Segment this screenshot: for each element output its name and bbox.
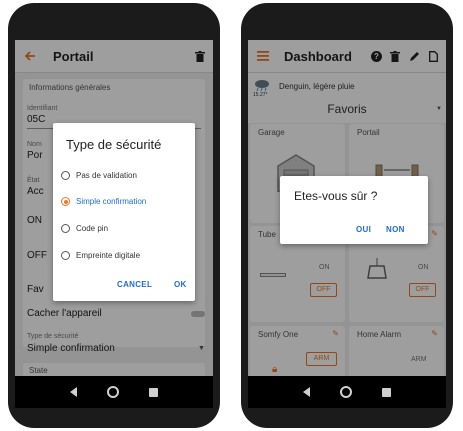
nav-back-icon[interactable] — [303, 387, 310, 397]
dialog-title: Type de sécurité — [66, 137, 162, 152]
nav-home-icon[interactable] — [107, 386, 119, 398]
dashboard-screen: Dashboard ? 15.27° Denguin, légère pluie… — [248, 40, 446, 376]
device-settings-screen: Portail Informations générales Identifia… — [15, 40, 213, 376]
security-type-dialog: Type de sécurité Pas de validation Simpl… — [53, 123, 195, 301]
option-label: Simple confirmation — [76, 197, 147, 206]
non-button[interactable]: NON — [386, 225, 405, 234]
phone-left: Portail Informations générales Identifia… — [8, 3, 220, 428]
radio-selected-icon — [61, 197, 70, 206]
cancel-button[interactable]: CANCEL — [117, 280, 152, 289]
confirm-dialog: Etes-vous sûr ? OUI NON — [280, 176, 428, 244]
dialog-title: Etes-vous sûr ? — [294, 189, 378, 203]
phone-right: Dashboard ? 15.27° Denguin, légère pluie… — [241, 3, 453, 428]
option-simple-confirmation[interactable]: Simple confirmation — [61, 197, 146, 206]
nav-recents-icon[interactable] — [149, 387, 158, 397]
radio-icon — [61, 171, 70, 180]
nav-home-icon[interactable] — [340, 386, 352, 398]
nav-back-icon[interactable] — [70, 387, 77, 397]
radio-icon — [61, 251, 70, 260]
option-pas-de-validation[interactable]: Pas de validation — [61, 171, 137, 180]
nav-recents-icon[interactable] — [382, 387, 391, 397]
option-empreinte-digitale[interactable]: Empreinte digitale — [61, 251, 140, 260]
radio-icon — [61, 224, 70, 233]
system-nav-bar — [248, 376, 446, 408]
oui-button[interactable]: OUI — [356, 225, 371, 234]
ok-button[interactable]: OK — [174, 280, 187, 289]
option-label: Pas de validation — [76, 171, 137, 180]
system-nav-bar — [15, 376, 213, 408]
option-label: Empreinte digitale — [76, 251, 141, 260]
option-label: Code pin — [76, 224, 109, 233]
option-code-pin[interactable]: Code pin — [61, 224, 108, 233]
